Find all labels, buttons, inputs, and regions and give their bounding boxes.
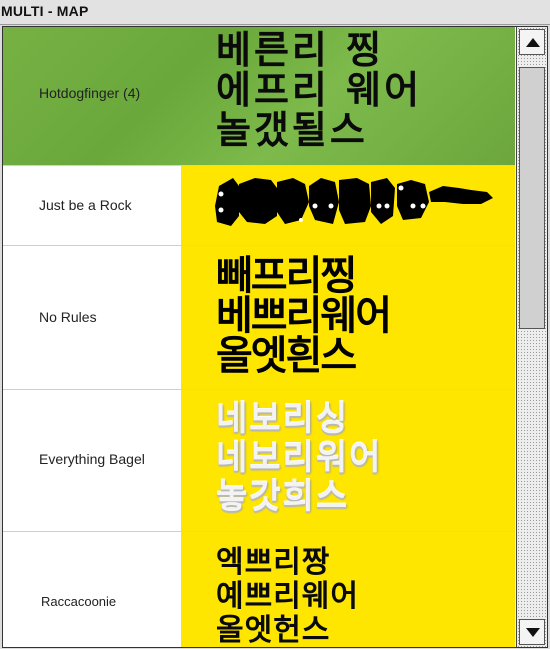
triangle-down-icon bbox=[526, 628, 540, 637]
scroll-up-button[interactable] bbox=[519, 29, 545, 55]
rock-glyph-preview bbox=[215, 178, 493, 226]
preview-line: 빼프리찡 bbox=[216, 253, 357, 299]
font-preview bbox=[181, 166, 515, 245]
font-name-label: Raccacoonie bbox=[41, 594, 117, 609]
font-row-just-be-a-rock[interactable]: Just be a Rock bbox=[3, 166, 515, 246]
font-name-label: No Rules bbox=[39, 309, 97, 325]
preview-line: 네보리워어 bbox=[216, 438, 383, 478]
preview-line: 베른리 찡 bbox=[216, 28, 385, 72]
font-name-label: Hotdogfinger (4) bbox=[39, 85, 141, 101]
font-row-raccacoonie[interactable]: Raccacoonie 엑쁘리짱 예쁘리웨어 올엣헌스 bbox=[3, 532, 515, 647]
font-row-everything-bagel[interactable]: Everything Bagel 네보리싱 네보리워어 놓갓희스 bbox=[3, 390, 515, 532]
preview-line: 엑쁘리짱 bbox=[216, 545, 331, 580]
font-preview: 베른리 찡 에프리 웨어 놀갰될스 bbox=[181, 27, 515, 165]
multi-map-window: MULTI - MAP Hotdogfinger (4) 베른리 찡 에프리 웨… bbox=[0, 0, 550, 649]
preview-line: 예쁘리웨어 bbox=[216, 579, 359, 614]
preview-line: 올엣헌스 bbox=[216, 613, 331, 647]
preview-line: 놀갰될스 bbox=[216, 108, 368, 152]
preview-line: 네보리싱 bbox=[216, 399, 350, 439]
vertical-scrollbar[interactable] bbox=[516, 27, 547, 647]
font-name-label: Just be a Rock bbox=[39, 197, 132, 213]
font-preview: 빼프리찡 베쁘리웨어 올엣흰스 bbox=[181, 246, 515, 389]
font-name-label: Everything Bagel bbox=[39, 451, 145, 467]
title-bar[interactable]: MULTI - MAP bbox=[0, 0, 550, 25]
font-row-no-rules[interactable]: No Rules 빼프리찡 베쁘리웨어 올엣흰스 bbox=[3, 246, 515, 390]
preview-line: 베쁘리웨어 bbox=[216, 293, 392, 339]
preview-line: 놓갓희스 bbox=[216, 477, 350, 517]
triangle-up-icon bbox=[526, 38, 540, 47]
font-preview: 네보리싱 네보리워어 놓갓희스 bbox=[181, 390, 515, 531]
scroll-down-button[interactable] bbox=[519, 619, 545, 645]
font-list-box: Hotdogfinger (4) 베른리 찡 에프리 웨어 놀갰될스 Just … bbox=[2, 26, 548, 648]
font-preview: 엑쁘리짱 예쁘리웨어 올엣헌스 bbox=[181, 532, 515, 647]
font-row-hotdogfinger[interactable]: Hotdogfinger (4) 베른리 찡 에프리 웨어 놀갰될스 bbox=[3, 27, 515, 166]
preview-line: 올엣흰스 bbox=[216, 333, 357, 379]
preview-line: 에프리 웨어 bbox=[216, 68, 423, 112]
font-list[interactable]: Hotdogfinger (4) 베른리 찡 에프리 웨어 놀갰될스 Just … bbox=[3, 27, 515, 647]
scroll-thumb[interactable] bbox=[519, 67, 545, 329]
window-title: MULTI - MAP bbox=[1, 3, 89, 19]
